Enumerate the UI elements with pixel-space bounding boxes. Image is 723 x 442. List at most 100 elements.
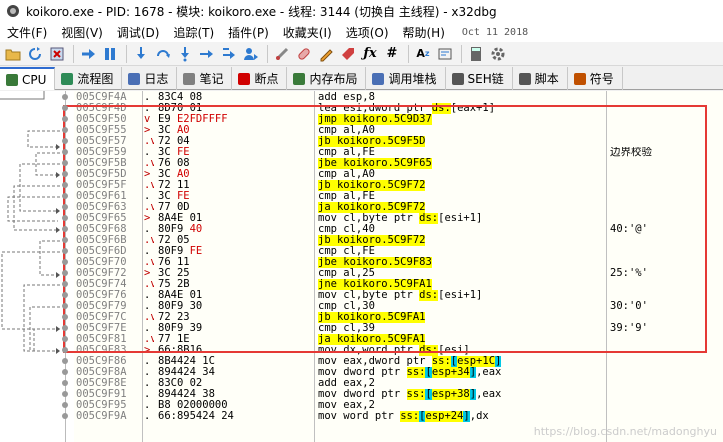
label-icon[interactable] xyxy=(338,44,358,64)
disassembly-row[interactable]: 005C9F5D >3C A0 cmp al,A0 xyxy=(74,169,723,180)
trace-into-icon[interactable] xyxy=(175,44,195,64)
disassembly-row[interactable]: 005C9F50 v E9 E2FDFFFF jmp koikoro.5C9D37 xyxy=(74,114,723,125)
tab-cpu[interactable]: CPU xyxy=(0,67,56,90)
pause-icon[interactable] xyxy=(100,44,120,64)
disassembly-row[interactable]: 005C9F7C .v 72 23 jb koikoro.5C9FA1 xyxy=(74,312,723,323)
disassembly-row[interactable]: 005C9F6D. 80F9 FE cmp cl,FE xyxy=(74,246,723,257)
disassembly-row[interactable]: 005C9F4D. 8D70 01 lea esi,dword ptr ds:[ea… xyxy=(74,103,723,114)
breakpoint-dot[interactable] xyxy=(62,259,68,265)
breakpoint-dot[interactable] xyxy=(62,303,68,309)
hash-icon[interactable]: # xyxy=(382,44,402,64)
disassembly-row[interactable]: 005C9F4A. 83C4 08 add esp,8 xyxy=(74,92,723,103)
breakpoint-dot[interactable] xyxy=(62,369,68,375)
menu-item[interactable]: 调试(D) xyxy=(110,24,167,41)
menu-item[interactable]: 收藏夹(I) xyxy=(276,24,339,41)
breakpoint-dot[interactable] xyxy=(62,248,68,254)
breakpoint-dot[interactable] xyxy=(62,281,68,287)
breakpoint-dot[interactable] xyxy=(62,325,68,331)
disassembly-row[interactable]: 005C9F79. 80F9 30 cmp cl,30 30:'0' xyxy=(74,301,723,312)
breakpoint-dot[interactable] xyxy=(62,292,68,298)
execute-till-return-icon[interactable] xyxy=(219,44,239,64)
breakpoint-dot[interactable] xyxy=(62,193,68,199)
disassembly-row[interactable]: 005C9F8A. 894424 34 mov dword ptr ss:[esp+… xyxy=(74,367,723,378)
menu-item[interactable]: 插件(P) xyxy=(221,24,276,41)
tab-script[interactable]: 脚本 xyxy=(513,67,568,90)
disassembly-row[interactable]: 005C9F5B .v 76 08 jbe koikoro.5C9F65 xyxy=(74,158,723,169)
run-icon[interactable] xyxy=(78,44,98,64)
breakpoint-dot[interactable] xyxy=(62,215,68,221)
disassembly-row[interactable]: 005C9F5F .v 72 11 jb koikoro.5C9F72 xyxy=(74,180,723,191)
disassembly-row[interactable]: 005C9F70 .v 76 11 jbe koikoro.5C9F83 xyxy=(74,257,723,268)
disassembly-row[interactable]: 005C9F59. 3C FE cmp al,FE 边界校验 xyxy=(74,147,723,158)
disassembly-row[interactable]: 005C9F8E. 83C0 02 add eax,2 xyxy=(74,378,723,389)
patch-icon[interactable] xyxy=(294,44,314,64)
comment-icon[interactable] xyxy=(316,44,336,64)
tab-memory-map[interactable]: 内存布局 xyxy=(287,67,367,90)
menu-item[interactable]: 视图(V) xyxy=(54,24,110,41)
bookmark-icon[interactable] xyxy=(435,44,455,64)
breakpoint-dot[interactable] xyxy=(62,182,68,188)
breakpoint-dot[interactable] xyxy=(62,116,68,122)
disassembly-row[interactable]: 005C9F61. 3C FE cmp al,FE xyxy=(74,191,723,202)
breakpoint-dot[interactable] xyxy=(62,358,68,364)
tab-log[interactable]: 日志 xyxy=(122,67,178,90)
disassembly-row[interactable]: 005C9F95. B8 02000000 mov eax,2 xyxy=(74,400,723,411)
step-into-icon[interactable] xyxy=(131,44,151,64)
settings-icon[interactable] xyxy=(488,44,508,64)
disassembly-view[interactable]: 005C9F4A. 83C4 08 add esp,8 005C9F4D. 8D70 0… xyxy=(74,91,723,442)
breakpoint-dot[interactable] xyxy=(62,380,68,386)
breakpoint-dot[interactable] xyxy=(62,127,68,133)
disassembly-row[interactable]: 005C9F76. 8A4E 01 mov cl,byte ptr ds:[esi+… xyxy=(74,290,723,301)
disassembly-row[interactable]: 005C9F55 >3C A0 cmp al,A0 xyxy=(74,125,723,136)
breakpoint-dot[interactable] xyxy=(62,204,68,210)
tab-symbols[interactable]: 符号 xyxy=(568,67,623,90)
disassembly-row[interactable]: 005C9F7E. 80F9 39 cmp cl,39 39:'9' xyxy=(74,323,723,334)
breakpoint-dot[interactable] xyxy=(62,314,68,320)
breakpoint-dot[interactable] xyxy=(62,237,68,243)
breakpoint-dot[interactable] xyxy=(62,226,68,232)
disassembly-row[interactable]: 005C9F81 .v 77 1E ja koikoro.5C9FA1 xyxy=(74,334,723,345)
disassembly-row[interactable]: 005C9F65 >8A4E 01 mov cl,byte ptr ds:[esi+… xyxy=(74,213,723,224)
breakpoint-gutter[interactable] xyxy=(66,91,74,442)
breakpoint-dot[interactable] xyxy=(62,391,68,397)
font-icon[interactable]: Az xyxy=(413,44,433,64)
disassembly-row[interactable]: 005C9F68. 80F9 40 cmp cl,40 40:'@' xyxy=(74,224,723,235)
disassembly-row[interactable]: 005C9F6B .v 72 05 jb koikoro.5C9F72 xyxy=(74,235,723,246)
breakpoint-dot[interactable] xyxy=(62,171,68,177)
menu-item[interactable]: 追踪(T) xyxy=(166,24,221,41)
disassembly-row[interactable]: 005C9F9A. 66:895424 24 mov word ptr ss:[es… xyxy=(74,411,723,422)
disassembly-row[interactable]: 005C9F91. 894424 38 mov dword ptr ss:[esp+… xyxy=(74,389,723,400)
restart-icon[interactable] xyxy=(25,44,45,64)
tab-seh[interactable]: SEH链 xyxy=(446,67,513,90)
open-icon[interactable] xyxy=(3,44,23,64)
breakpoint-dot[interactable] xyxy=(62,413,68,419)
tab-call-stack[interactable]: 调用堆栈 xyxy=(366,67,446,90)
breakpoint-dot[interactable] xyxy=(62,402,68,408)
disassembly-row[interactable]: 005C9F83 >66:8B16 mov dx,word ptr ds:[esi] xyxy=(74,345,723,356)
disassembly-row[interactable]: 005C9F63 .v 77 0D ja koikoro.5C9F72 xyxy=(74,202,723,213)
menu-item[interactable]: 文件(F) xyxy=(0,24,54,41)
function-icon[interactable]: ƒx xyxy=(360,44,380,64)
close-icon[interactable] xyxy=(47,44,67,64)
tab-graph[interactable]: 流程图 xyxy=(55,67,123,90)
disassembly-row[interactable]: 005C9F72 >3C 25 cmp al,25 25:'%' xyxy=(74,268,723,279)
breakpoint-dot[interactable] xyxy=(62,347,68,353)
scylla-icon[interactable] xyxy=(272,44,292,64)
breakpoint-dot[interactable] xyxy=(62,105,68,111)
breakpoint-dot[interactable] xyxy=(62,94,68,100)
step-over-icon[interactable] xyxy=(153,44,173,64)
disassembly-row[interactable]: 005C9F57 .v 72 04 jb koikoro.5C9F5D xyxy=(74,136,723,147)
tab-breakpoint[interactable]: 断点 xyxy=(232,67,288,90)
disassembly-row[interactable]: 005C9F86. 8B4424 1C mov eax,dword ptr ss:[… xyxy=(74,356,723,367)
breakpoint-dot[interactable] xyxy=(62,336,68,342)
calculator-icon[interactable] xyxy=(466,44,486,64)
menu-item[interactable]: 选项(O) xyxy=(339,24,396,41)
trace-over-icon[interactable] xyxy=(197,44,217,64)
breakpoint-dot[interactable] xyxy=(62,149,68,155)
breakpoint-dot[interactable] xyxy=(62,160,68,166)
run-to-user-code-icon[interactable] xyxy=(241,44,261,64)
tab-notes[interactable]: 笔记 xyxy=(177,67,233,90)
breakpoint-dot[interactable] xyxy=(62,138,68,144)
menu-item[interactable]: 帮助(H) xyxy=(396,24,452,41)
breakpoint-dot[interactable] xyxy=(62,270,68,276)
